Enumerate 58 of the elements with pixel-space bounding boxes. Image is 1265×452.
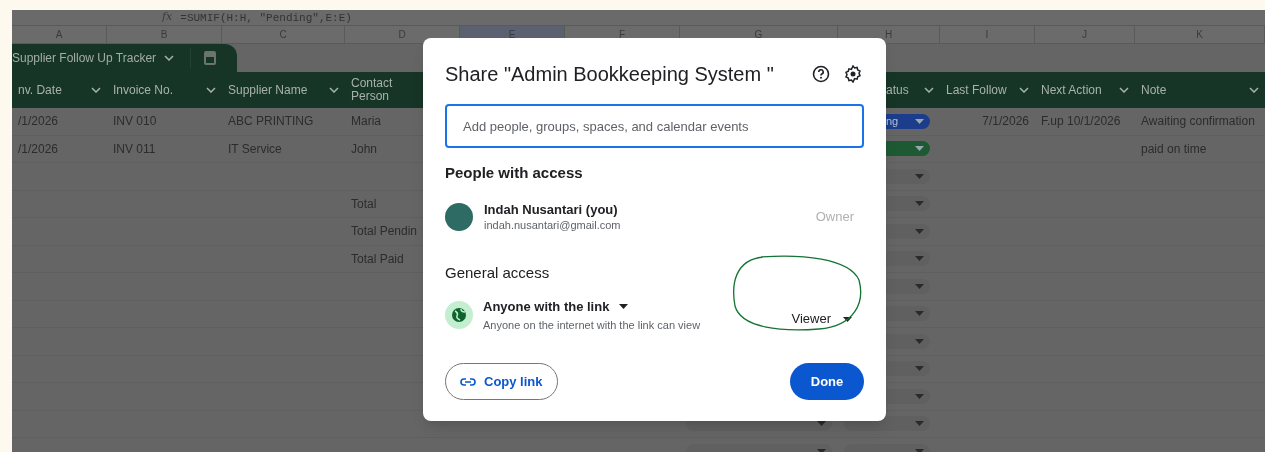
avatar [445,203,473,231]
help-icon[interactable] [812,65,830,83]
caret-down-icon [843,316,852,322]
table-cell-text: Total [351,195,377,213]
table-cell-text: INV 011 [113,140,156,158]
table-cell-text: F.up 10/1/2026 [1041,113,1121,131]
column-title: Invoice No. [113,83,174,97]
caret-down-icon [915,146,924,152]
table-cell-text: Awaiting confirmation [1141,113,1255,131]
caret-down-icon [915,228,924,234]
caret-down-icon [915,338,924,344]
caret-down-icon [915,201,924,207]
caret-down-icon [915,118,924,124]
column-title: Supplier Name [228,83,308,97]
column-title: Next Action [1041,83,1102,97]
role-label: Owner [815,208,854,227]
caret-down-icon [915,448,924,452]
table-cell-text: Total Paid [351,250,404,268]
column-title: Note [1141,83,1167,97]
table-cell-text: /1/2026 [18,113,59,131]
column-title: Last Follow [946,83,1007,97]
caret-down-icon [915,173,924,179]
table-icon[interactable] [203,50,218,66]
table-cell-text: paid on time [1141,140,1207,158]
table-cell-text: INV 010 [113,113,157,131]
section-heading: General access [445,263,551,283]
role-dropdown[interactable]: Viewer [791,309,852,329]
caret-down-icon [619,304,629,309]
caret-down-icon [915,256,924,262]
chevron-down-icon [164,55,175,61]
table-cell-text: ABC PRINTING [228,113,314,131]
table-cell-text: /1/2026 [18,140,59,158]
table-cell-text: John [351,140,378,158]
access-dropdown[interactable]: Anyone with the link [483,298,701,315]
caret-down-icon [915,311,924,317]
caret-down-icon [915,283,924,289]
table-cell-text: 7/1/2026 [982,113,1029,131]
sheet-tab[interactable]: Supplier Follow Up Tracker [12,44,237,72]
done-button[interactable]: Done [790,363,864,400]
column-title: Contact Person [351,77,394,103]
globe-icon [445,301,473,329]
caret-down-icon [915,421,924,427]
person-email: indah.nusantari@gmail.com [484,217,621,233]
column-title: nv. Date [18,83,62,97]
table-cell-text: Maria [351,113,381,131]
caret-down-icon [817,448,826,452]
dialog-title: Share "Admin Bookkeeping System " [445,62,774,87]
section-heading: People with access [445,163,584,183]
settings-icon[interactable] [844,65,862,83]
person-name: Indah Nusantari (you) [484,201,619,218]
add-people-field[interactable]: Add people, groups, spaces, and calendar events [445,104,864,148]
link-icon [460,376,476,387]
access-description: Anyone on the internet with the link can view [483,317,701,332]
caret-down-icon [915,366,924,372]
caret-down-icon [915,393,924,399]
table-cell-text: IT Service [228,140,282,158]
table-cell-text: Total Pendin [351,223,418,241]
column-title: atus [886,83,909,97]
